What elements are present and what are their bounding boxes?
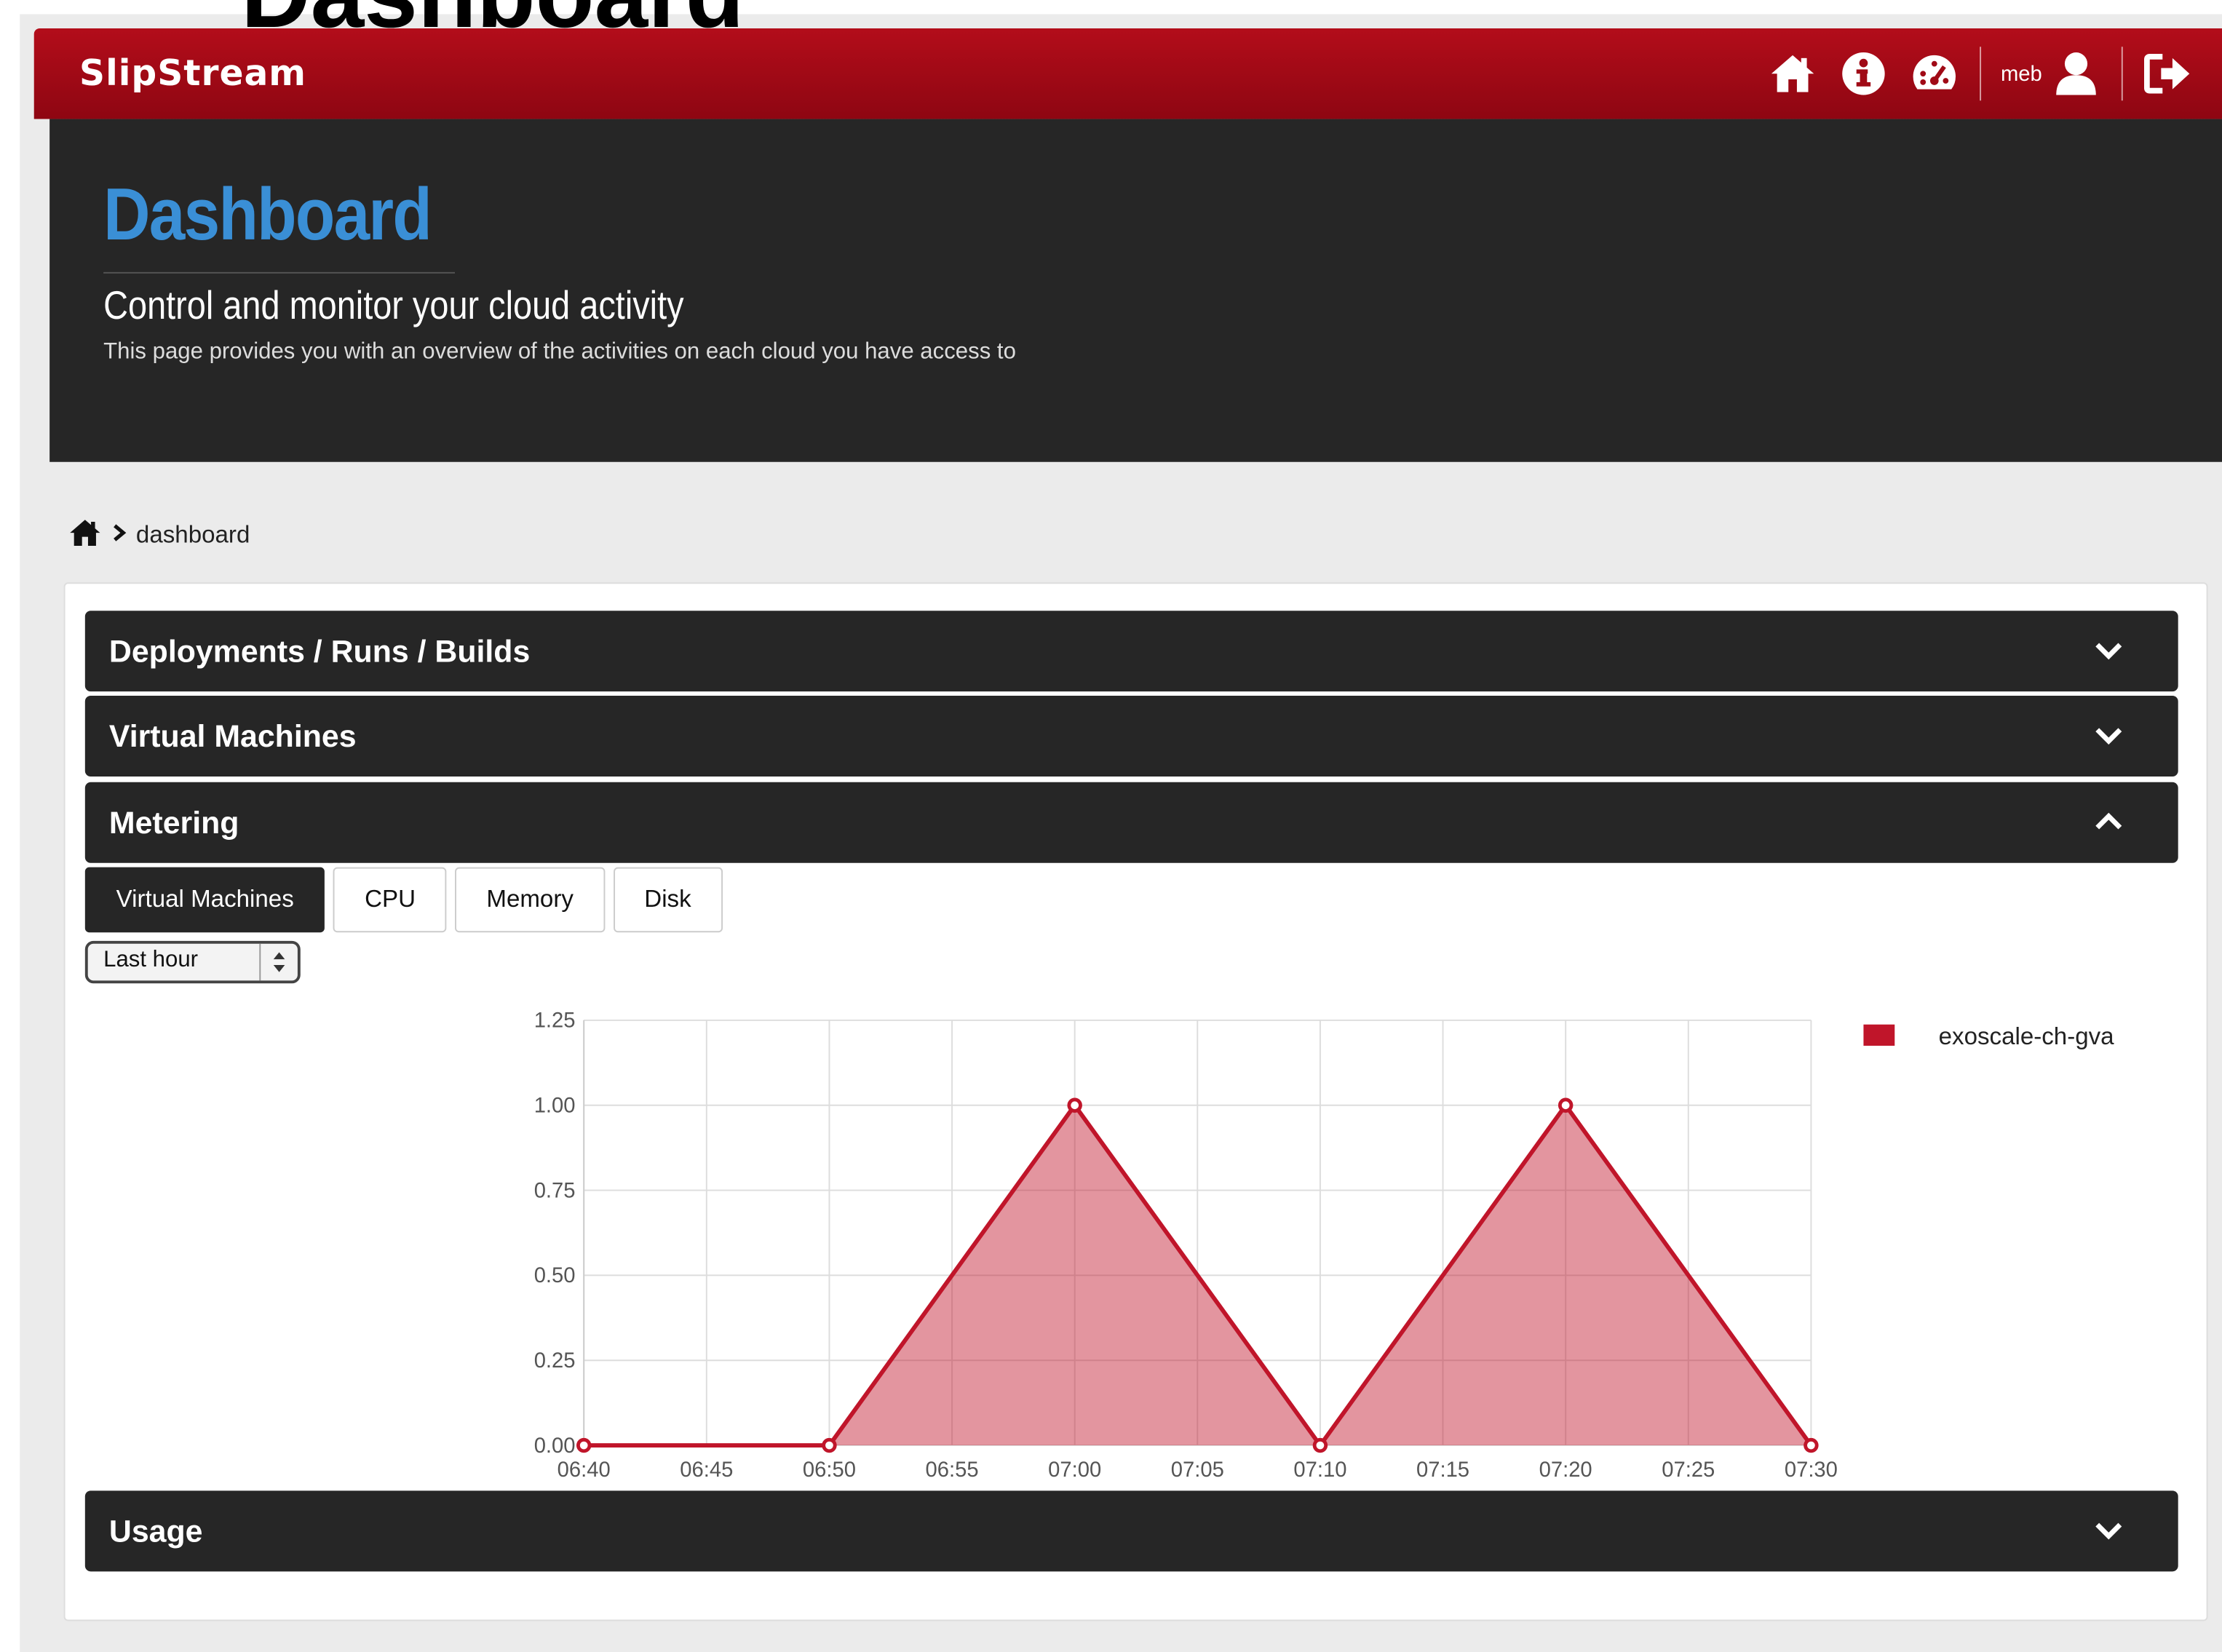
section-title: Virtual Machines — [108, 718, 357, 754]
section-deployments[interactable]: Deployments / Runs / Builds — [84, 611, 2178, 692]
page-header: Dashboard Control and monitor your cloud… — [49, 119, 2222, 462]
tab-memory[interactable]: Memory — [455, 867, 605, 933]
section-title: Metering — [108, 804, 239, 841]
page-subtitle: Control and monitor your cloud activity — [103, 283, 684, 327]
navbar-divider — [2121, 47, 2123, 101]
tab-disk[interactable]: Disk — [613, 867, 723, 933]
period-select[interactable]: Last hour — [84, 940, 301, 984]
chevron-down-icon — [2095, 643, 2122, 660]
info-icon[interactable] — [1838, 48, 1889, 99]
navbar-icons: meb — [1767, 47, 2194, 101]
page: Dashboard SlipStream meb Dashb — [0, 0, 2222, 1652]
home-icon[interactable] — [1767, 48, 1818, 99]
section-title: Deployments / Runs / Builds — [108, 633, 531, 670]
section-virtual-machines[interactable]: Virtual Machines — [84, 696, 2178, 777]
user-icon[interactable] — [2050, 48, 2101, 99]
title-underline — [103, 271, 456, 274]
page-title: Dashboard — [103, 174, 432, 257]
chevron-down-icon — [2095, 728, 2122, 745]
section-usage[interactable]: Usage — [84, 1490, 2178, 1572]
dashboard-icon[interactable] — [1908, 48, 1959, 99]
brand-logo[interactable]: SlipStream — [79, 52, 306, 93]
navbar-divider — [1979, 47, 1981, 101]
tab-cpu[interactable]: CPU — [333, 867, 447, 933]
logout-icon[interactable] — [2143, 48, 2194, 99]
breadcrumb-current[interactable]: dashboard — [136, 522, 250, 550]
chevron-down-icon — [2095, 1522, 2122, 1540]
section-title: Usage — [108, 1513, 203, 1549]
select-arrows-icon — [259, 943, 285, 981]
tab-virtual-machines[interactable]: Virtual Machines — [84, 867, 325, 933]
metering-tabs: Virtual Machines CPU Memory Disk — [84, 867, 723, 933]
section-metering[interactable]: Metering — [84, 782, 2178, 863]
breadcrumb-home-icon[interactable] — [68, 517, 102, 555]
top-navbar: SlipStream meb — [33, 28, 2222, 119]
breadcrumb-chevron-icon — [111, 523, 127, 549]
page-description: This page provides you with an overview … — [103, 340, 1016, 365]
period-select-value: Last hour — [103, 948, 199, 972]
breadcrumb: dashboard — [68, 519, 250, 553]
username-label[interactable]: meb — [2001, 62, 2042, 86]
chevron-up-icon — [2095, 812, 2122, 830]
